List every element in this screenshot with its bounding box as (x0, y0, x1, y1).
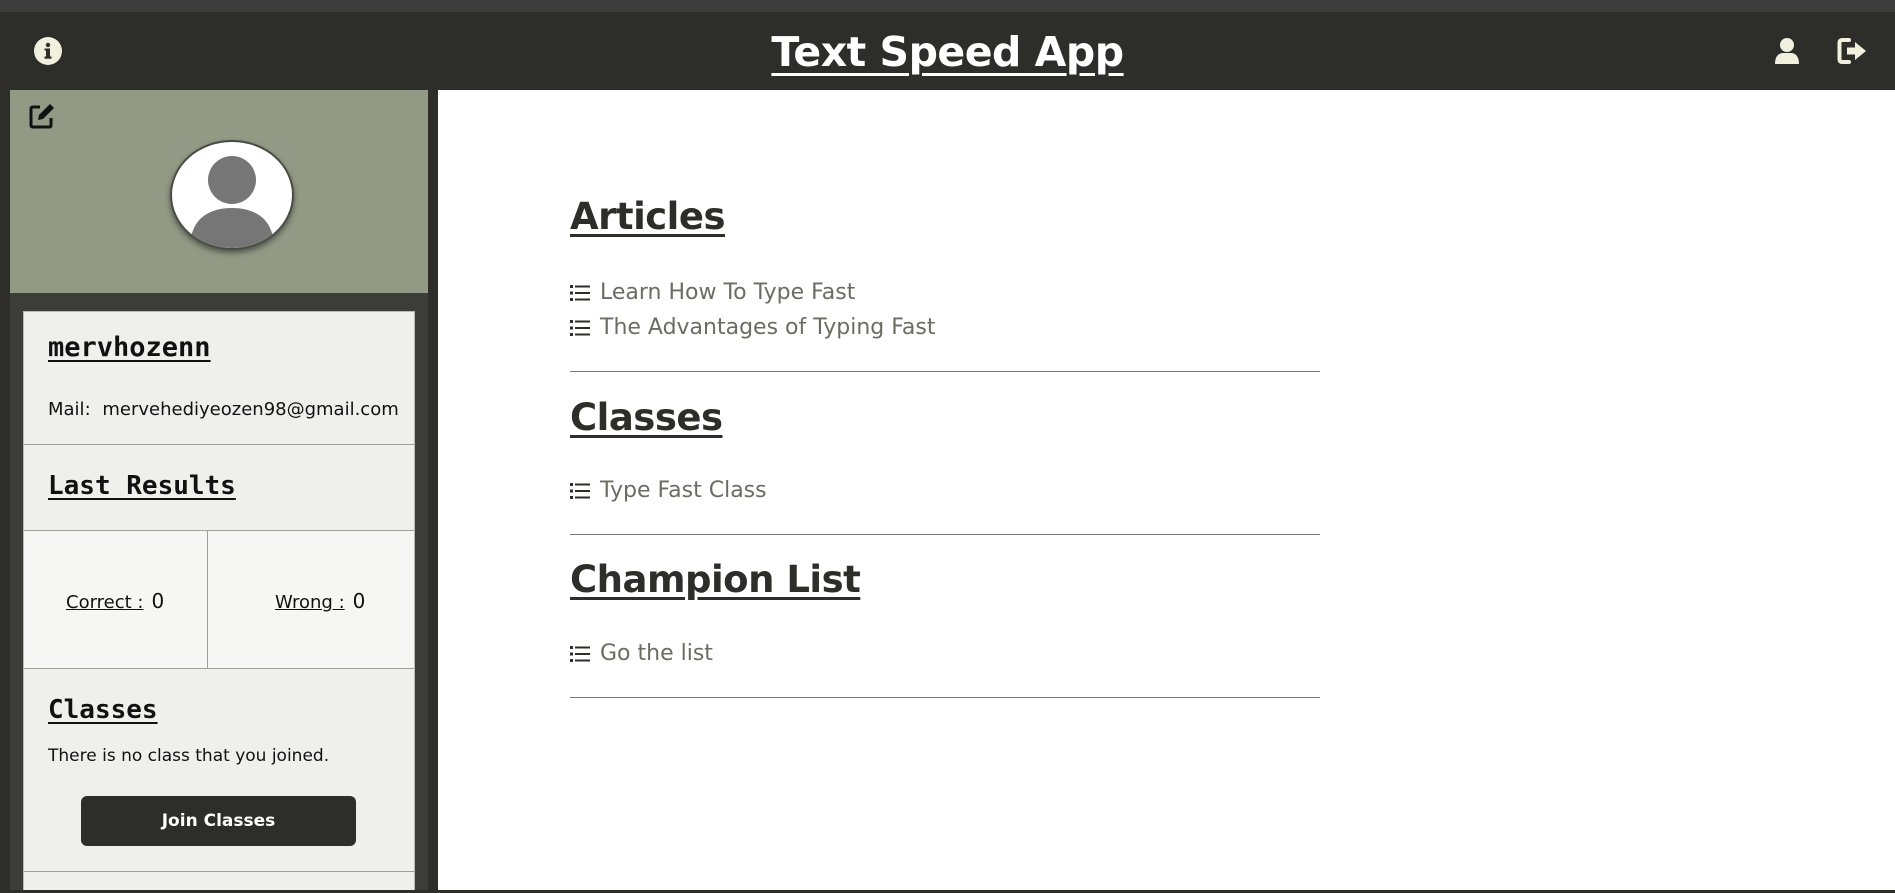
last-results-section: Last Results (24, 445, 414, 531)
mail-row: Mail: mervehediyeozen98@gmail.com (48, 399, 399, 420)
user-info-section: mervhozenn Mail: mervehediyeozen98@gmail… (24, 312, 414, 445)
article-link-learn[interactable]: Learn How To Type Fast (570, 280, 855, 305)
edit-icon[interactable] (28, 102, 58, 132)
join-classes-button[interactable]: Join Classes (81, 796, 356, 846)
articles-divider (570, 371, 1320, 372)
article-link-label: Learn How To Type Fast (600, 280, 856, 305)
list-icon (570, 284, 590, 301)
article-link-advantages[interactable]: The Advantages of Typing Fast (570, 315, 935, 340)
list-icon (570, 482, 590, 499)
list-icon (570, 319, 590, 336)
articles-title: Articles (570, 195, 725, 238)
class-link-type-fast[interactable]: Type Fast Class (570, 478, 767, 503)
window-top-strip (0, 0, 1895, 12)
mail-label: Mail: (48, 399, 91, 420)
champion-link-label: Go the list (600, 641, 713, 666)
correct-value: 0 (151, 589, 165, 613)
no-class-message: There is no class that you joined. (48, 746, 330, 766)
wrong-label: Wrong : (275, 592, 345, 613)
classes-panel-title: Classes (48, 695, 158, 725)
last-results-title: Last Results (48, 471, 236, 501)
champion-list-title: Champion List (570, 558, 861, 601)
user-icon[interactable] (1770, 34, 1804, 68)
classes-title: Classes (570, 396, 723, 439)
profile-header (10, 90, 428, 293)
profile-sidebar: mervhozenn Mail: mervehediyeozen98@gmail… (10, 90, 428, 893)
profile-card: mervhozenn Mail: mervehediyeozen98@gmail… (23, 311, 415, 893)
stats-divider (207, 531, 208, 669)
wrong-stat: Wrong : 0 (275, 589, 365, 613)
user-avatar-icon (170, 140, 294, 250)
username: mervhozenn (48, 332, 211, 363)
results-stats: Correct : 0 Wrong : 0 (24, 531, 414, 669)
mail-value: mervehediyeozen98@gmail.com (102, 399, 399, 420)
class-link-label: Type Fast Class (600, 478, 767, 503)
correct-label: Correct : (66, 592, 144, 613)
champion-list-link[interactable]: Go the list (570, 641, 713, 666)
article-link-label: The Advantages of Typing Fast (600, 315, 936, 340)
correct-stat: Correct : 0 (66, 589, 164, 613)
app-title: Text Speed App (771, 28, 1124, 76)
top-navbar: Text Speed App (0, 12, 1895, 90)
classes-divider (570, 534, 1320, 535)
champion-divider (570, 697, 1320, 698)
classes-panel: Classes There is no class that you joine… (24, 669, 414, 872)
main-content: Articles Learn How To Type Fast The Adva… (438, 90, 1895, 890)
sign-out-icon[interactable] (1836, 34, 1870, 68)
wrong-value: 0 (352, 589, 366, 613)
list-icon (570, 645, 590, 662)
